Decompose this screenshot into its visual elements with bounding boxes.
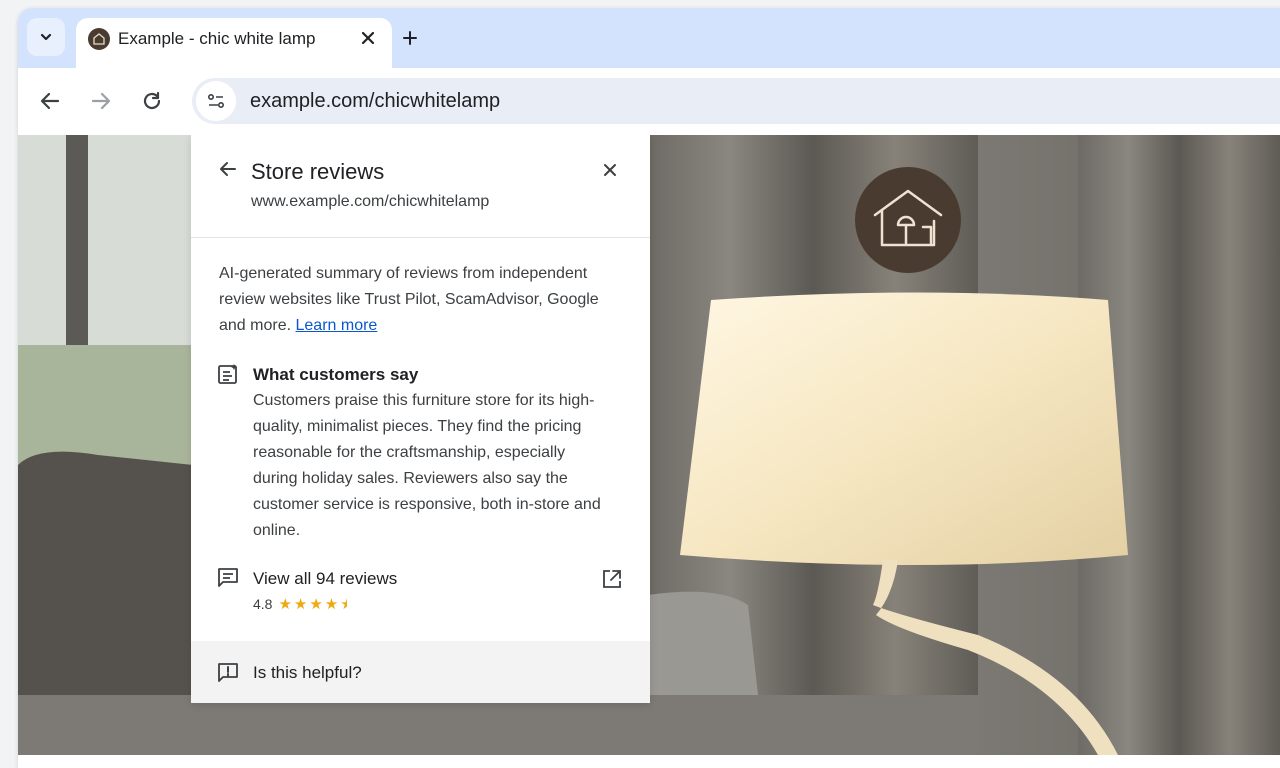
learn-more-link[interactable]: Learn more	[296, 317, 378, 334]
tab-search-button[interactable]	[27, 18, 65, 56]
reload-button[interactable]	[139, 88, 165, 114]
store-favicon-icon	[88, 28, 110, 50]
store-reviews-panel: Store reviews www.example.com/chicwhitel…	[191, 135, 650, 703]
panel-back-button[interactable]	[217, 158, 239, 180]
close-icon	[361, 31, 375, 45]
tab-close-button[interactable]	[356, 26, 380, 50]
rating-row: 4.8 ★★★★★	[253, 595, 347, 613]
rating-stars: ★★★★★	[278, 596, 347, 613]
chevron-down-icon	[40, 33, 52, 41]
address-bar[interactable]: example.com/chicwhitelamp	[192, 78, 1280, 124]
feedback-icon	[216, 660, 240, 684]
ai-summary-text: AI-generated summary of reviews from ind…	[219, 261, 599, 339]
page-content: Store reviews www.example.com/chicwhitel…	[18, 135, 1280, 768]
customers-say-body: Customers praise this furniture store fo…	[253, 392, 601, 539]
back-arrow-icon	[40, 92, 60, 110]
reload-icon	[143, 91, 161, 110]
open-external-button[interactable]	[600, 567, 624, 591]
plus-icon	[403, 31, 417, 45]
panel-header: Store reviews www.example.com/chicwhitel…	[191, 135, 650, 238]
feedback-row[interactable]: Is this helpful?	[191, 641, 650, 703]
site-info-button[interactable]	[196, 81, 236, 121]
customers-say-title: What customers say	[253, 365, 419, 384]
is-helpful-text: Is this helpful?	[253, 663, 362, 682]
back-button[interactable]	[37, 88, 63, 114]
url-text[interactable]: example.com/chicwhitelamp	[250, 90, 500, 113]
reviews-icon	[216, 565, 240, 589]
rating-value: 4.8	[253, 596, 273, 612]
forward-arrow-icon	[91, 92, 111, 110]
panel-close-button[interactable]	[598, 158, 622, 182]
forward-button[interactable]	[88, 88, 114, 114]
close-icon	[604, 164, 616, 176]
tab-title: Example - chic white lamp	[118, 29, 316, 48]
new-tab-button[interactable]	[398, 26, 422, 50]
back-arrow-icon	[220, 162, 236, 176]
summary-text: AI-generated summary of reviews from ind…	[219, 265, 599, 334]
tab-strip: Example - chic white lamp	[18, 8, 1280, 68]
browser-window: Example - chic white lamp example.com/ch…	[18, 8, 1280, 768]
panel-title: Store reviews	[251, 159, 385, 184]
view-all-reviews-link[interactable]: View all 94 reviews	[253, 569, 397, 589]
toolbar: example.com/chicwhitelamp	[18, 68, 1280, 134]
tune-icon	[207, 93, 225, 109]
panel-site-url: www.example.com/chicwhitelamp	[251, 193, 490, 210]
summary-sparkle-icon	[216, 362, 240, 386]
active-tab[interactable]: Example - chic white lamp	[76, 18, 392, 68]
open-external-icon	[603, 570, 621, 588]
